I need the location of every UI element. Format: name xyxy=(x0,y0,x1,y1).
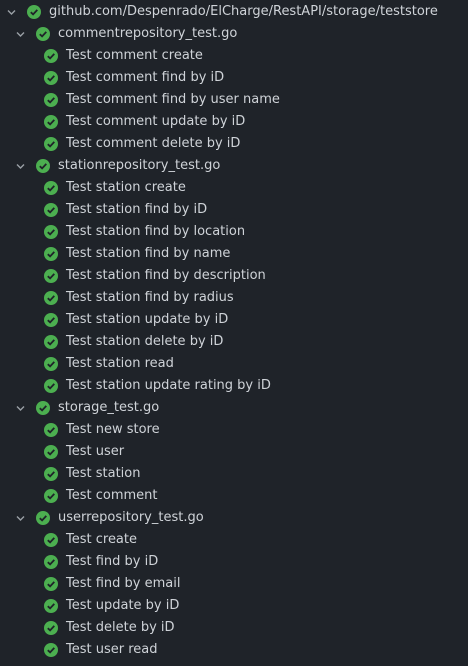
test-label: Test station delete by iD xyxy=(66,334,224,349)
test-label: Test comment find by iD xyxy=(66,70,225,85)
check-circle-icon xyxy=(44,335,58,349)
test-item[interactable]: Test user read xyxy=(0,639,468,661)
tree-file-row[interactable]: stationrepository_test.go xyxy=(0,155,468,177)
chevron-down-icon[interactable] xyxy=(15,403,26,414)
check-circle-icon xyxy=(36,401,50,415)
test-label: Test comment find by user name xyxy=(66,92,280,107)
test-item[interactable]: Test find by email xyxy=(0,573,468,595)
check-circle-icon xyxy=(36,511,50,525)
test-item[interactable]: Test station delete by iD xyxy=(0,331,468,353)
test-item[interactable]: Test user xyxy=(0,441,468,463)
test-label: Test station find by name xyxy=(66,246,231,261)
tree-root-row[interactable]: github.com/Despenrado/ElCharge/RestAPI/s… xyxy=(0,1,468,23)
check-circle-icon xyxy=(44,533,58,547)
check-circle-icon xyxy=(44,49,58,63)
root-package-label: github.com/Despenrado/ElCharge/RestAPI/s… xyxy=(49,4,438,19)
test-label: Test delete by iD xyxy=(66,620,175,635)
tree-file-row[interactable]: userrepository_test.go xyxy=(0,507,468,529)
test-item[interactable]: Test comment find by iD xyxy=(0,67,468,89)
check-circle-icon xyxy=(27,5,41,19)
test-item[interactable]: Test station update rating by iD xyxy=(0,375,468,397)
check-circle-icon xyxy=(44,137,58,151)
test-label: Test comment xyxy=(66,488,158,503)
test-item[interactable]: Test comment xyxy=(0,485,468,507)
test-item[interactable]: Test comment create xyxy=(0,45,468,67)
test-item[interactable]: Test station read xyxy=(0,353,468,375)
test-item[interactable]: Test station find by location xyxy=(0,221,468,243)
chevron-down-icon[interactable] xyxy=(15,161,26,172)
test-item[interactable]: Test comment find by user name xyxy=(0,89,468,111)
chevron-down-icon[interactable] xyxy=(15,513,26,524)
tree-file-row[interactable]: storage_test.go xyxy=(0,397,468,419)
check-circle-icon xyxy=(44,555,58,569)
test-label: Test new store xyxy=(66,422,160,437)
check-circle-icon xyxy=(44,291,58,305)
test-label: Test station update rating by iD xyxy=(66,378,271,393)
check-circle-icon xyxy=(44,379,58,393)
test-item[interactable]: Test create xyxy=(0,529,468,551)
test-item[interactable]: Test comment delete by iD xyxy=(0,133,468,155)
test-item[interactable]: Test station find by iD xyxy=(0,199,468,221)
test-label: Test user read xyxy=(66,642,158,657)
check-circle-icon xyxy=(44,247,58,261)
test-item[interactable]: Test station update by iD xyxy=(0,309,468,331)
check-circle-icon xyxy=(44,357,58,371)
test-label: Test station find by radius xyxy=(66,290,234,305)
check-circle-icon xyxy=(44,225,58,239)
check-circle-icon xyxy=(44,643,58,657)
chevron-down-icon[interactable] xyxy=(15,29,26,40)
test-item[interactable]: Test station find by radius xyxy=(0,287,468,309)
file-label: commentrepository_test.go xyxy=(58,26,238,41)
file-label: stationrepository_test.go xyxy=(58,158,221,173)
test-label: Test find by iD xyxy=(66,554,159,569)
test-label: Test station update by iD xyxy=(66,312,229,327)
test-label: Test station find by iD xyxy=(66,202,208,217)
check-circle-icon xyxy=(44,577,58,591)
check-circle-icon xyxy=(44,621,58,635)
test-label: Test station read xyxy=(66,356,174,371)
check-circle-icon xyxy=(44,599,58,613)
check-circle-icon xyxy=(44,203,58,217)
test-item[interactable]: Test station find by description xyxy=(0,265,468,287)
check-circle-icon xyxy=(44,181,58,195)
check-circle-icon xyxy=(44,489,58,503)
check-circle-icon xyxy=(44,93,58,107)
test-label: Test comment create xyxy=(66,48,203,63)
check-circle-icon xyxy=(44,445,58,459)
check-circle-icon xyxy=(44,115,58,129)
check-circle-icon xyxy=(44,423,58,437)
check-circle-icon xyxy=(44,313,58,327)
check-circle-icon xyxy=(36,27,50,41)
test-item[interactable]: Test update by iD xyxy=(0,595,468,617)
test-label: Test comment update by iD xyxy=(66,114,246,129)
test-label: Test station create xyxy=(66,180,186,195)
test-item[interactable]: Test delete by iD xyxy=(0,617,468,639)
test-item[interactable]: Test station find by name xyxy=(0,243,468,265)
file-label: storage_test.go xyxy=(58,400,160,415)
chevron-down-icon[interactable] xyxy=(6,7,17,18)
tree-file-row[interactable]: commentrepository_test.go xyxy=(0,23,468,45)
check-circle-icon xyxy=(36,159,50,173)
test-label: Test find by email xyxy=(66,576,181,591)
test-item[interactable]: Test find by iD xyxy=(0,551,468,573)
test-item[interactable]: Test comment update by iD xyxy=(0,111,468,133)
test-item[interactable]: Test station create xyxy=(0,177,468,199)
check-circle-icon xyxy=(44,71,58,85)
test-label: Test station find by location xyxy=(66,224,246,239)
file-label: userrepository_test.go xyxy=(58,510,204,525)
test-label: Test user xyxy=(66,444,125,459)
test-label: Test station xyxy=(66,466,141,481)
check-circle-icon xyxy=(44,467,58,481)
test-label: Test station find by description xyxy=(66,268,266,283)
test-explorer-tree: github.com/Despenrado/ElCharge/RestAPI/s… xyxy=(0,0,468,666)
test-item[interactable]: Test new store xyxy=(0,419,468,441)
test-label: Test update by iD xyxy=(66,598,180,613)
test-item[interactable]: Test station xyxy=(0,463,468,485)
test-label: Test comment delete by iD xyxy=(66,136,241,151)
check-circle-icon xyxy=(44,269,58,283)
test-label: Test create xyxy=(66,532,137,547)
